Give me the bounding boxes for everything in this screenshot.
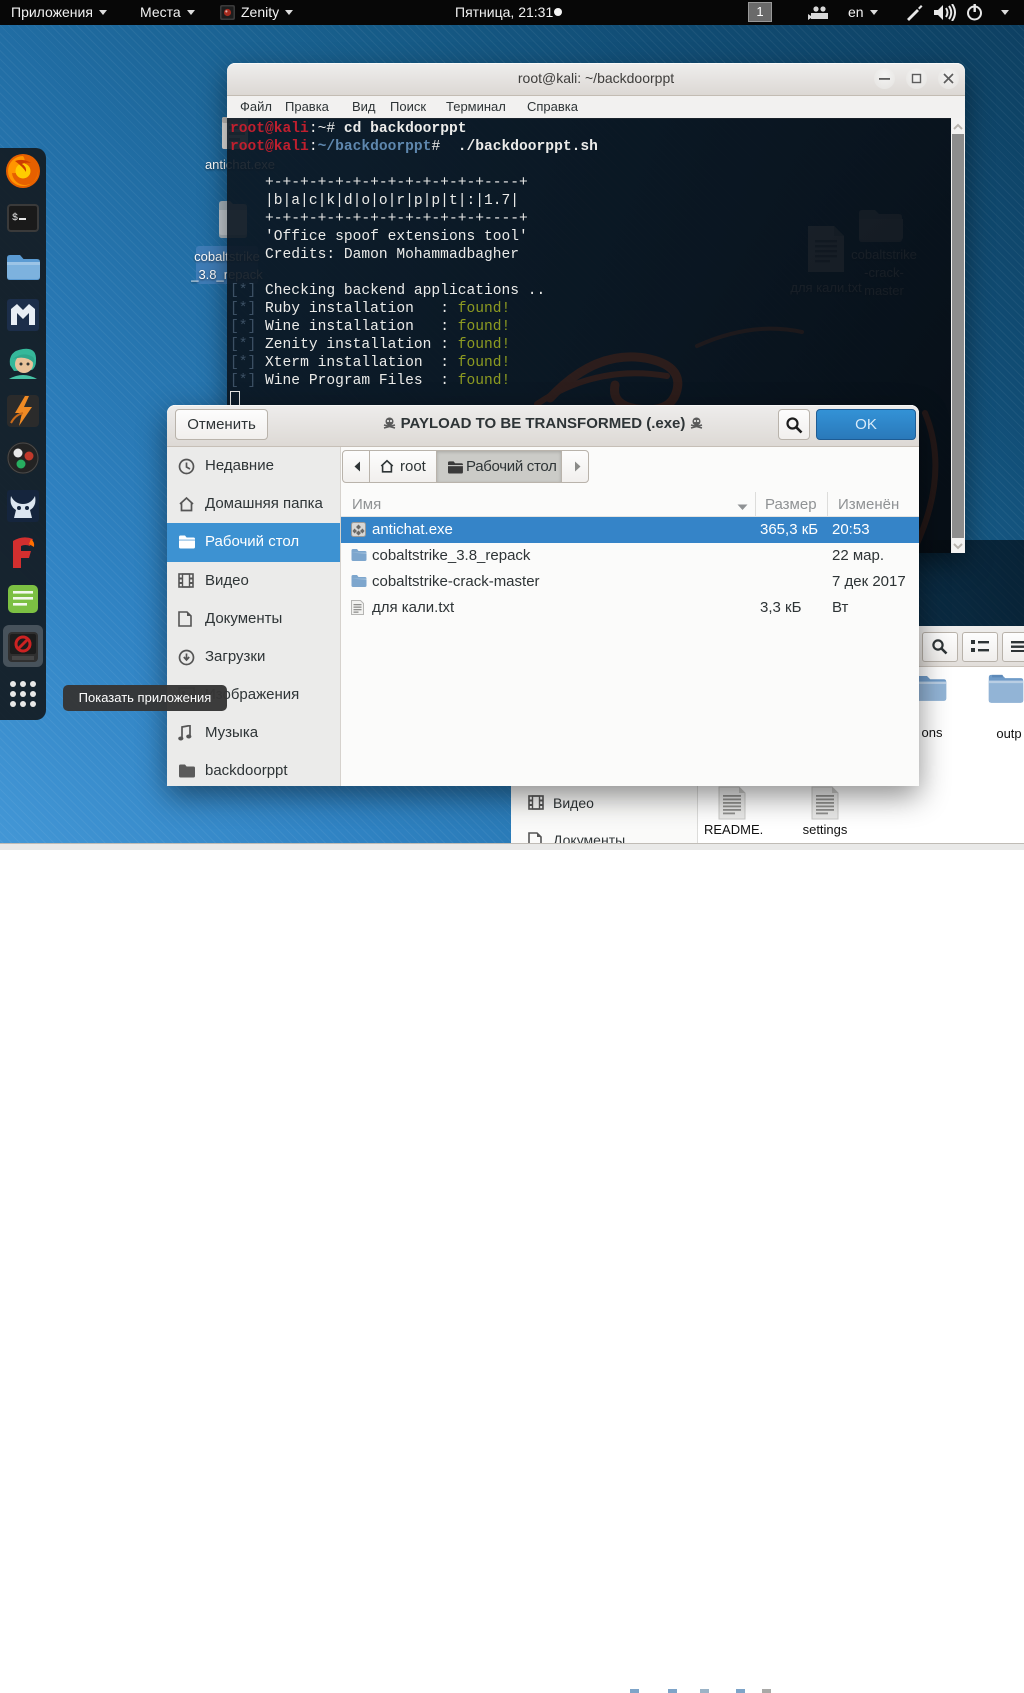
svg-text:$: $ [12, 212, 18, 224]
